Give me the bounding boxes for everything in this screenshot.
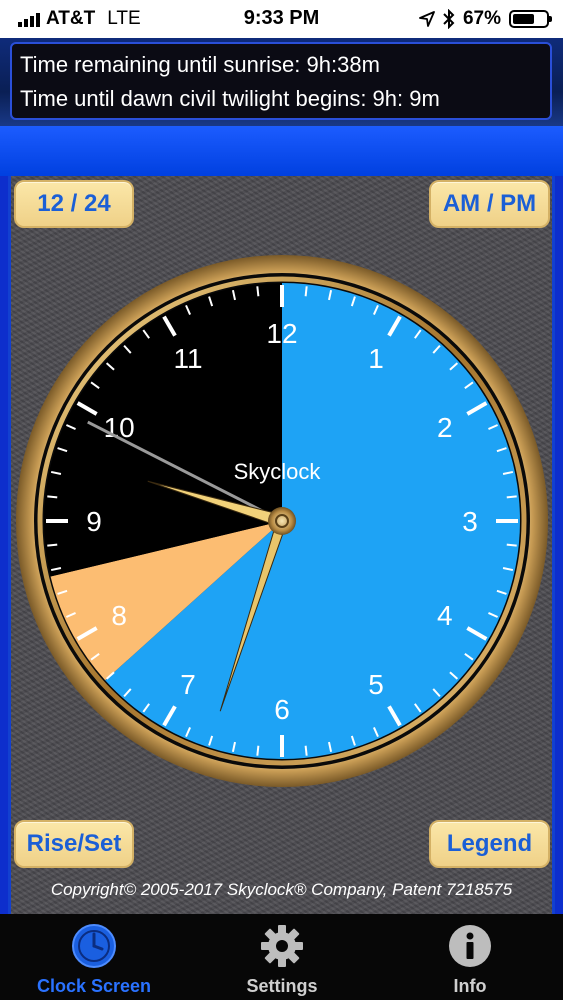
minute-tick	[47, 495, 58, 499]
hour-number-11: 11	[173, 343, 202, 374]
hour-number-3: 3	[462, 506, 478, 537]
clock-icon	[72, 924, 116, 968]
minute-tick	[256, 745, 260, 756]
hour-number-4: 4	[437, 600, 453, 631]
minute-tick	[304, 745, 308, 756]
hour-number-2: 2	[437, 412, 453, 443]
tab-label-clock-screen: Clock Screen	[36, 976, 152, 996]
hour-number-12: 12	[266, 318, 297, 349]
tab-settings[interactable]: Settings	[188, 914, 376, 1000]
minute-tick	[304, 286, 308, 297]
hour-number-9: 9	[86, 506, 102, 537]
legend-button[interactable]: Legend	[429, 820, 550, 868]
copyright-text: Copyright© 2005-2017 Skyclock® Company, …	[50, 880, 513, 899]
hour-number-1: 1	[368, 343, 384, 374]
center-hub	[268, 507, 296, 535]
clock-title: Skyclock	[234, 459, 322, 484]
hour-number-5: 5	[368, 669, 384, 700]
gear-icon	[261, 925, 303, 967]
minute-tick	[47, 543, 58, 547]
tab-bar: Clock Screen Settings Info	[0, 914, 563, 1000]
minute-tick	[506, 495, 517, 499]
minute-tick	[256, 286, 260, 297]
minute-tick	[506, 543, 517, 547]
tab-clock-screen[interactable]: Clock Screen	[0, 914, 188, 1000]
hour-number-8: 8	[111, 600, 127, 631]
info-icon	[449, 925, 491, 967]
hour-number-6: 6	[274, 694, 290, 725]
tab-label-info: Info	[453, 976, 487, 996]
rise-set-button[interactable]: Rise/Set	[14, 820, 134, 868]
tab-label-settings: Settings	[246, 976, 318, 996]
hour-number-7: 7	[180, 669, 196, 700]
tab-info[interactable]: Info	[376, 914, 563, 1000]
